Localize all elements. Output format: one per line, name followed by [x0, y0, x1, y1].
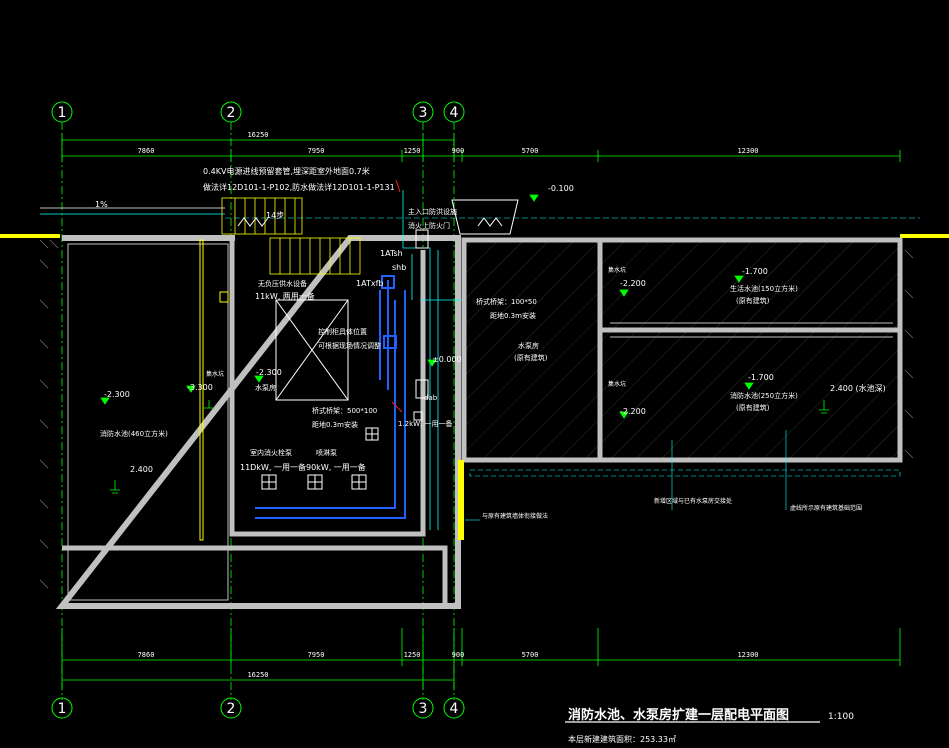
electrical-floor-plan-drawing: 1 2 3 4 1 2 3 4 16250 7860 7950 1250 900… — [0, 101, 949, 744]
ground-line — [0, 207, 949, 238]
existing-pump-room-note: (原有建筑) — [514, 353, 548, 362]
axis-label-2-top: 2 — [227, 105, 236, 121]
sprinkler-pump-power: 90kW, 一用一备 — [306, 462, 366, 472]
drawing-area: 本层新建建筑面积：253.33㎡ — [568, 734, 676, 744]
steps-label: 14步 — [266, 211, 284, 220]
control-cabinet-2: 可根据现场情况调整 — [318, 341, 381, 350]
sump-1-label: 集水坑 — [608, 266, 626, 274]
dim-top-seg-3: 1250 — [404, 147, 421, 155]
hydrant-pump-power: 11DkW, 一用一备 — [240, 462, 306, 472]
axis-label-1-top: 1 — [58, 105, 67, 121]
dim-top-seg-1: 7860 — [138, 147, 155, 155]
dim-bottom-seg-6: 12300 — [737, 651, 758, 659]
elev-pool-2-depth: 2.400 (水池深) — [830, 383, 886, 393]
dim-bottom-seg-5: 5700 — [522, 651, 539, 659]
axis-bubbles-bottom — [51, 697, 465, 719]
leader-note-1: 新增区域与已有水泵房交接处 — [654, 497, 732, 505]
equip-1-power: 11kW, 两用一备 — [255, 291, 315, 301]
axis-bubbles-top — [51, 101, 465, 123]
tray-2-spec: 桥式桥架：100*50 — [476, 297, 537, 306]
dim-bottom-seg-4: 900 — [452, 651, 465, 659]
entrance-note-2: 消火上防火门 — [408, 221, 450, 230]
elev-sump-2: -2.200 — [620, 407, 646, 416]
tray-1-spec: 桥式桥架：500*100 — [312, 406, 377, 415]
domestic-pool-label: 生活水池(150立方米) — [730, 284, 798, 293]
dim-top-seg-4: 900 — [452, 147, 465, 155]
cable-note-2: 做法详12D101-1-P102,防水做法详12D101-1-P131 — [203, 182, 395, 192]
dim-top-seg-5: 5700 — [522, 147, 539, 155]
fire-pool-label: 消防水池(460立方米) — [100, 429, 168, 438]
elev-pump-room: -2.300 — [256, 368, 282, 377]
elev-top-label: -0.100 — [548, 184, 574, 193]
dimension-lines-bottom — [61, 628, 901, 690]
axis-label-4-bottom: 4 — [450, 701, 459, 717]
axis-label-3-top: 3 — [419, 105, 428, 121]
panel-atsh: 1ATsh — [380, 249, 403, 258]
panel-atxfb: 1ATxfb — [356, 279, 383, 288]
tray-2-height: 距地0.3m安装 — [490, 311, 536, 320]
panel-shb: shb — [392, 263, 406, 272]
booster-equipment — [275, 299, 349, 401]
panel-dab: dab — [424, 394, 438, 402]
dim-bottom-seg-3: 1250 — [404, 651, 421, 659]
axis-label-1-bottom: 1 — [58, 701, 67, 717]
pump-room-label: 水泵房 — [255, 383, 276, 392]
elev-fire-pool: -2.300 — [104, 390, 130, 399]
tray-1-height: 距地0.3m安装 — [312, 420, 358, 429]
dim-bottom-seg-2: 7950 — [308, 651, 325, 659]
hydrant-pump-label: 室内消火栓泵 — [250, 448, 292, 457]
leader-note-2: 虚线所示原有建筑基础范围 — [790, 504, 862, 512]
axis-label-3-bottom: 3 — [419, 701, 428, 717]
elev-pool-depth: 2.400 — [130, 465, 153, 474]
leader-note-3: 与原有建筑墙体衔接做法 — [482, 512, 548, 520]
fire-pool-2-label: 消防水池(250立方米) — [730, 391, 798, 400]
dimension-lines-top — [61, 133, 901, 162]
equip-1-label: 无负压供水设备 — [258, 279, 307, 288]
dim-bottom-seg-1: 7860 — [138, 651, 155, 659]
sump-label: 集水坑 — [206, 370, 224, 378]
elev-sump-1: -2.200 — [620, 279, 646, 288]
pump-units — [261, 427, 379, 490]
axis-label-2-bottom: 2 — [227, 701, 236, 717]
sump-2-label: 集水坑 — [608, 380, 626, 388]
existing-pump-room: 水泵房 — [518, 341, 539, 350]
dim-top-total: 16250 — [247, 131, 268, 139]
dim-top-seg-2: 7950 — [308, 147, 325, 155]
control-cabinet-1: 控制柜具体位置 — [318, 327, 367, 336]
drawing-title: 消防水池、水泵房扩建一层配电平面图 — [568, 707, 789, 723]
elev-zero: ±0.000 — [432, 355, 462, 364]
cable-trays — [255, 275, 406, 519]
axis-label-4-top: 4 — [450, 105, 459, 121]
sprinkler-pump-label: 喷淋泵 — [316, 448, 337, 457]
drawing-scale: 1:100 — [828, 712, 854, 722]
fire-pool-2-note: (原有建筑) — [736, 403, 770, 412]
elev-pump: -3.300 — [187, 383, 213, 392]
elev-domestic: -1.700 — [742, 267, 768, 276]
cable-note-1: 0.4KV电源进线预留套管,埋深距室外地面0.7米 — [203, 166, 370, 176]
sump-marker — [219, 291, 229, 303]
panel-power: 1.2kW, 一用一备 — [398, 419, 453, 428]
dim-bottom-total: 16250 — [247, 671, 268, 679]
dim-top-seg-6: 12300 — [737, 147, 758, 155]
domestic-pool-note: (原有建筑) — [736, 296, 770, 305]
red-leaders — [391, 179, 403, 413]
entrance-note-1: 主入口防洪设施 — [408, 207, 457, 216]
stairs — [221, 197, 361, 275]
elev-fire-pool-2: -1.700 — [748, 373, 774, 382]
slope-label: 1% — [95, 200, 108, 209]
